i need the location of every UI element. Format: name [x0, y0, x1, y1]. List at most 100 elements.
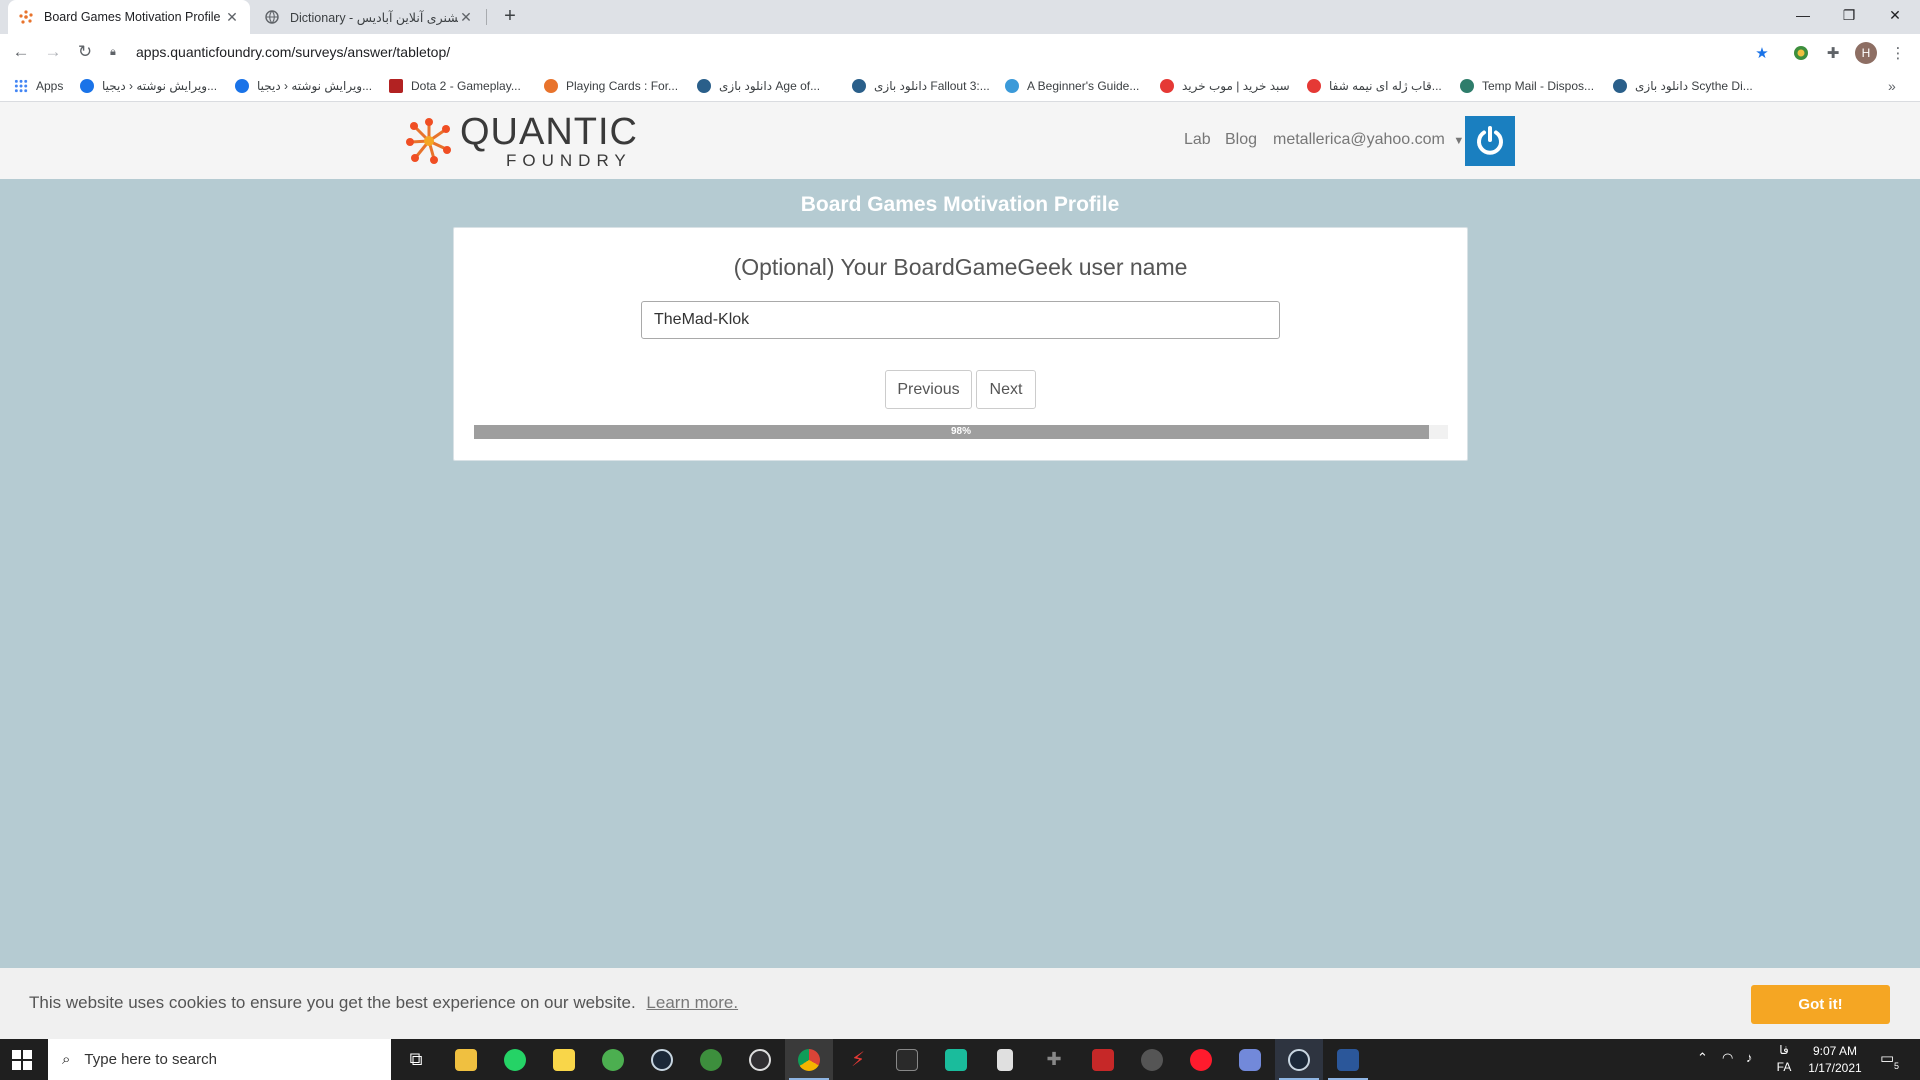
bookmark-item[interactable]: دانلود بازی Scythe Di... — [1613, 78, 1753, 94]
flash-app-icon[interactable]: ⚡︎ — [834, 1039, 882, 1080]
reload-icon[interactable]: ↻ — [73, 40, 97, 64]
previous-button[interactable]: Previous — [885, 370, 972, 409]
restore-icon[interactable]: ❐ — [1826, 0, 1872, 30]
nav-lab-link[interactable]: Lab — [1184, 131, 1211, 149]
sticky-notes-icon[interactable] — [540, 1039, 588, 1080]
bookmark-favicon-icon — [852, 79, 866, 93]
learn-more-link[interactable]: Learn more. — [646, 993, 738, 1012]
bookmark-item[interactable]: سبد خرید | موب خرید — [1160, 78, 1290, 94]
globe-icon — [264, 9, 280, 25]
lock-icon: 🔒︎ — [110, 45, 116, 58]
bookmarks-bar: Apps ویرایش نوشته ‹ دیجیا... ویرایش نوشت… — [0, 70, 1920, 102]
bookmark-star-icon[interactable]: ★ — [1751, 42, 1773, 64]
file-explorer-icon[interactable] — [442, 1039, 490, 1080]
wifi-icon[interactable]: ◠ — [1722, 1050, 1733, 1066]
notifications-icon[interactable]: ▭ — [1880, 1049, 1894, 1067]
bookmark-favicon-icon — [80, 79, 94, 93]
tab-board-games[interactable]: Board Games Motivation Profile ✕ — [8, 0, 250, 34]
whatsapp-icon[interactable] — [491, 1039, 539, 1080]
minimize-icon[interactable]: — — [1780, 0, 1826, 30]
gamepad-icon[interactable]: ✚ — [1030, 1039, 1078, 1080]
next-button[interactable]: Next — [976, 370, 1036, 409]
address-bar[interactable]: 🔒︎ apps.quanticfoundry.com/surveys/answe… — [110, 38, 1782, 66]
account-email: metallerica@yahoo.com — [1273, 131, 1445, 148]
apps-grid-icon — [14, 79, 28, 93]
windows-start-icon[interactable] — [12, 1050, 32, 1070]
nav-blog-link[interactable]: Blog — [1225, 131, 1257, 149]
bookmark-favicon-icon — [1160, 79, 1174, 93]
quantic-favicon-icon — [18, 9, 34, 25]
notification-count: 5 — [1894, 1061, 1900, 1071]
bookmark-item[interactable]: دانلود بازی Fallout 3:... — [852, 78, 990, 94]
new-tab-button[interactable]: + — [498, 5, 522, 29]
browser-tab-bar: Board Games Motivation Profile ✕ Diction… — [0, 0, 1920, 34]
obs-icon[interactable] — [736, 1039, 784, 1080]
bookmark-item[interactable]: ویرایش نوشته ‹ دیجیا... — [80, 78, 217, 94]
chrome-icon[interactable] — [785, 1039, 833, 1080]
browser-app-icon[interactable] — [589, 1039, 637, 1080]
tab-title: Board Games Motivation Profile — [44, 10, 221, 24]
extensions-puzzle-icon[interactable]: ✚ — [1822, 42, 1844, 64]
bookmark-item[interactable]: Temp Mail - Dispos... — [1460, 78, 1594, 94]
input-language[interactable]: FA — [1772, 1060, 1796, 1074]
epic-games-icon[interactable] — [883, 1039, 931, 1080]
survey-card: (Optional) Your BoardGameGeek user name … — [453, 227, 1468, 461]
game-app-icon[interactable] — [932, 1039, 980, 1080]
bookmark-item[interactable]: A Beginner's Guide... — [1005, 78, 1139, 94]
bgg-username-input[interactable] — [641, 301, 1280, 339]
bookmark-favicon-icon — [697, 79, 711, 93]
bookmark-item[interactable]: قاب ژله ای نیمه شفا... — [1307, 78, 1442, 94]
tray-overflow-icon[interactable]: ⌃ — [1697, 1050, 1708, 1066]
bookmarks-overflow-icon[interactable]: » — [1888, 78, 1896, 94]
red-app-icon[interactable] — [1079, 1039, 1127, 1080]
browser-menu-icon[interactable]: ⋮ — [1887, 42, 1909, 64]
task-view-icon[interactable]: ⧉ — [392, 1039, 440, 1080]
bookmark-item[interactable]: ویرایش نوشته ‹ دیجیا... — [235, 78, 372, 94]
question-text: (Optional) Your BoardGameGeek user name — [733, 254, 1188, 280]
tab-close-icon[interactable]: ✕ — [224, 9, 240, 25]
forward-arrow-icon[interactable]: → — [41, 40, 65, 64]
caret-down-icon: ▼ — [1453, 135, 1465, 147]
close-window-icon[interactable]: ✕ — [1872, 0, 1918, 30]
tab-title: Dictionary - دیکشنری آنلاین آبادیس — [290, 10, 458, 25]
back-arrow-icon[interactable]: ← — [9, 40, 33, 64]
input-language-script[interactable]: فا — [1772, 1043, 1796, 1057]
steam-active-icon[interactable] — [1275, 1039, 1323, 1080]
survey-title: Board Games Motivation Profile — [800, 193, 1120, 216]
bookmark-item[interactable]: Playing Cards : For... — [544, 78, 678, 94]
quantic-logo-mark-icon — [406, 118, 451, 164]
clock-date[interactable]: 1/17/2021 — [1800, 1061, 1870, 1075]
bookmark-item[interactable]: Dota 2 - Gameplay... — [389, 78, 521, 94]
search-icon: ⌕ — [62, 1051, 71, 1068]
progress-label: 98% — [950, 426, 971, 437]
tab-close-icon[interactable]: ✕ — [458, 9, 474, 25]
taskbar-search-box[interactable]: ⌕ Type here to search — [48, 1039, 391, 1080]
profile-avatar[interactable]: H — [1855, 42, 1877, 64]
calculator-icon[interactable] — [981, 1039, 1029, 1080]
logo-text-quantic: QUANTIC — [460, 111, 638, 153]
browser-toolbar: ← → ↻ 🔒︎ apps.quanticfoundry.com/surveys… — [0, 34, 1920, 70]
opera-icon[interactable] — [1177, 1039, 1225, 1080]
discord-icon[interactable] — [1226, 1039, 1274, 1080]
survey-progress-bar: 98% — [474, 425, 1448, 439]
url-text: apps.quanticfoundry.com/surveys/answer/t… — [136, 44, 451, 60]
bookmark-item[interactable]: دانلود بازی Age of... — [697, 78, 820, 94]
steam-icon[interactable] — [638, 1039, 686, 1080]
volume-icon[interactable]: ♪ — [1746, 1050, 1753, 1065]
bookmark-favicon-icon — [1460, 79, 1474, 93]
bookmark-apps[interactable]: Apps — [14, 78, 63, 94]
account-dropdown[interactable]: metallerica@yahoo.com ▼ — [1273, 131, 1464, 149]
clock-time[interactable]: 9:07 AM — [1800, 1044, 1870, 1058]
globe-app-icon[interactable] — [687, 1039, 735, 1080]
cookie-consent-bar: This website uses cookies to ensure you … — [0, 968, 1920, 1039]
windows-taskbar: ⌕ Type here to search ⧉ ⚡︎ ✚ ⌃ ◠ ♪ فا FA… — [0, 1039, 1920, 1080]
word-icon[interactable] — [1324, 1039, 1372, 1080]
tab-dictionary[interactable]: Dictionary - دیکشنری آنلاین آبادیس ✕ — [254, 0, 484, 34]
power-icon — [1477, 126, 1503, 155]
cookie-accept-button[interactable]: Got it! — [1751, 985, 1890, 1024]
quantic-foundry-logo[interactable]: QUANTIC FOUNDRY — [404, 111, 638, 169]
game-launcher-icon[interactable] — [1128, 1039, 1176, 1080]
dota-icon — [389, 79, 403, 93]
extension-globe-icon[interactable] — [1790, 42, 1812, 64]
logout-power-button[interactable] — [1465, 116, 1515, 166]
